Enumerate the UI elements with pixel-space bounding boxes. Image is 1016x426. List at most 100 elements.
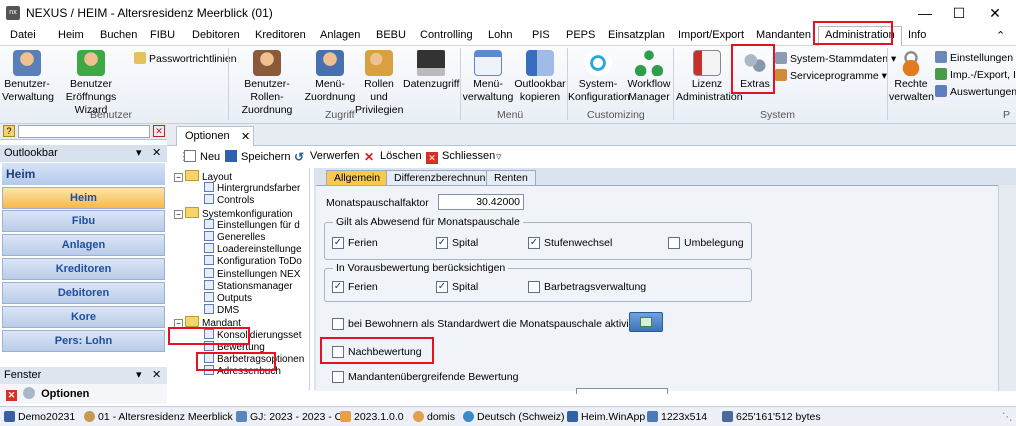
ribbon: Benutzer- Verwaltung Benutzer Eröffnungs W… — [0, 46, 1016, 124]
menu-debitoren[interactable]: Debitoren — [192, 29, 240, 41]
abwesend-spital-checkbox[interactable]: ✓ — [436, 237, 448, 249]
tree-node[interactable]: Hintergrundsfarber — [204, 182, 300, 195]
settings-page-icon — [204, 243, 214, 254]
verwerfen-button[interactable]: ↺ Verwerfen — [294, 150, 360, 163]
pin-icon[interactable]: ▾ — [136, 146, 142, 159]
system-stammdaten-button[interactable]: System-Stammdaten ▾ — [775, 52, 896, 65]
abwesend-ferien-checkbox[interactable]: ✓ — [332, 237, 344, 249]
menu-heim[interactable]: Heim — [58, 29, 84, 41]
menu-buchen[interactable]: Buchen — [100, 29, 137, 41]
help-icon[interactable]: ? — [3, 125, 15, 137]
lizenz-administration-button[interactable]: Lizenz Administration — [676, 50, 743, 104]
voraus-spital-checkbox[interactable]: ✓ — [436, 281, 448, 293]
menu-kreditoren[interactable]: Kreditoren — [255, 29, 306, 41]
collapse-icon[interactable]: − — [174, 209, 183, 219]
auswertungen-button[interactable]: Auswertungen — [935, 85, 1016, 98]
menu-anlagen[interactable]: Anlagen — [320, 29, 360, 41]
monatspauschalfaktor-input[interactable]: 30.42000 — [438, 194, 524, 210]
menu-import-export[interactable]: Import/Export — [678, 29, 744, 41]
close-button[interactable]: ✕ — [978, 2, 1012, 24]
tab-close-icon[interactable]: ✕ — [241, 130, 250, 143]
tree-node[interactable]: Einstellungen für d — [204, 218, 300, 232]
outlookbar-close-icon[interactable]: ✕ — [152, 146, 161, 159]
abwesend-umbelegung-checkbox[interactable] — [668, 237, 680, 249]
outlook-item-kreditoren[interactable]: Kreditoren — [2, 258, 165, 280]
menu-fibu[interactable]: FIBU — [150, 29, 175, 41]
outlook-item-fibu[interactable]: Fibu — [2, 210, 165, 232]
mandantenuebergreifend-checkbox[interactable] — [332, 371, 344, 383]
tree-node[interactable]: Loadereinstellunge — [204, 243, 302, 256]
menu-pis[interactable]: PIS — [532, 29, 550, 41]
vertical-scrollbar[interactable] — [998, 185, 1016, 391]
tree-node-label: Konfiguration ToDo — [217, 256, 302, 268]
toolbar-overflow-icon[interactable]: ▿ — [496, 150, 502, 163]
left-close-icon[interactable]: ✕ — [153, 125, 165, 137]
workflow-manager-button[interactable]: Workflow Manager — [626, 50, 672, 104]
tree-node[interactable]: Outputs — [204, 292, 252, 305]
collapse-icon[interactable]: − — [174, 173, 183, 182]
voraus-ferien-checkbox[interactable]: ✓ — [332, 281, 344, 293]
tab-renten[interactable]: Renten — [486, 170, 536, 185]
close-window-icon[interactable]: ✕ — [6, 390, 17, 401]
menu-controlling[interactable]: Controlling — [420, 29, 473, 41]
outlook-item-kore[interactable]: Kore — [2, 306, 165, 328]
gear-icon — [775, 52, 787, 64]
tab-optionen[interactable]: Optionen ✕ — [176, 126, 254, 146]
left-search-box[interactable] — [18, 125, 150, 138]
neu-button[interactable]: Neu — [184, 150, 220, 163]
menu-peps[interactable]: PEPS — [566, 29, 595, 41]
outlook-item-anlagen[interactable]: Anlagen — [2, 234, 165, 256]
outlook-item-debitoren[interactable]: Debitoren — [2, 282, 165, 304]
abwesend-stufenwechsel-checkbox[interactable]: ✓ — [528, 237, 540, 249]
fenster-pin-icon[interactable]: ▾ — [136, 368, 142, 381]
tree-node[interactable]: Konfiguration ToDo — [204, 255, 302, 268]
tab-allgemein[interactable]: Allgemein — [326, 170, 389, 185]
menu-lohn[interactable]: Lohn — [488, 29, 512, 41]
apply-all-button[interactable] — [629, 312, 663, 332]
menueverwaltung-button[interactable]: Menü-verwaltung — [462, 50, 514, 104]
benutzer-verwaltung-button[interactable]: Benutzer- Verwaltung — [2, 50, 54, 104]
menu-bebu[interactable]: BEBU — [376, 29, 406, 41]
fenster-item-optionen[interactable]: ✕ Optionen — [0, 384, 167, 404]
outlook-item-heim[interactable]: Heim — [2, 187, 165, 209]
menu-mandanten[interactable]: Mandanten — [756, 29, 811, 41]
outlookbar-kopieren-button[interactable]: Outlookbar kopieren — [514, 50, 566, 104]
menu-datei[interactable]: Datei — [10, 29, 36, 41]
rollen-und-privilegien-button[interactable]: Rollen und Privilegien — [355, 50, 403, 117]
tree-node[interactable]: Einstellungen NEX — [204, 267, 300, 281]
group-rechte-label-partial: P — [1003, 109, 1011, 121]
bewohner-monatspauschale-checkbox[interactable] — [332, 318, 344, 330]
tree-node[interactable]: Generelles — [204, 231, 265, 244]
tab-differenzberechnung[interactable]: Differenzberechnung — [386, 170, 500, 185]
resize-grip-icon[interactable]: ⋱ — [1002, 411, 1013, 423]
benutzer-eroeffnungs-wizard-button[interactable]: Benutzer Eröffnungs Wizard — [50, 50, 132, 117]
schliessen-button[interactable]: ✕ Schliessen — [426, 150, 495, 164]
serviceprogramme-button[interactable]: Serviceprogramme ▾ — [775, 69, 887, 82]
ribbon-collapse-icon[interactable]: ⌃ — [996, 29, 1005, 42]
system-konfiguration-button[interactable]: System- Konfiguration — [568, 50, 630, 104]
fenster-close-icon[interactable]: ✕ — [152, 368, 161, 381]
app-window-icon — [567, 411, 578, 422]
einstellungen-button[interactable]: Einstellungen — [935, 51, 1013, 64]
benutzer-rollen-zuordnung-button[interactable]: Benutzer-Rollen- Zuordnung — [230, 50, 304, 117]
loeschen-button[interactable]: ✕ Löschen — [364, 150, 422, 163]
user-menu-icon — [316, 50, 344, 76]
tree-node[interactable]: DMS — [204, 304, 239, 317]
voraus-barbetrag-checkbox[interactable] — [528, 281, 540, 293]
vorausbewertung-group-title: In Vorausbewertung berücksichtigen — [333, 262, 509, 274]
menu-einsatzplan[interactable]: Einsatzplan — [608, 29, 665, 41]
rechte-verwalten-button[interactable]: Rechte verwalten — [889, 50, 934, 104]
tree-node[interactable]: Stationsmanager — [204, 279, 293, 293]
menue-zuordnung-button[interactable]: Menü- Zuordnung — [304, 50, 356, 104]
screen-icon — [647, 411, 658, 422]
outlook-item-pers-lohn[interactable]: Pers: Lohn — [2, 330, 165, 352]
menu-info[interactable]: Info — [908, 29, 926, 41]
partial-input[interactable] — [576, 388, 668, 394]
datenzugriff-button[interactable]: Datenzugriff — [403, 50, 459, 91]
tree-node[interactable]: Controls — [204, 194, 254, 207]
imp-export-button[interactable]: Imp.-/Export, I — [935, 68, 1016, 81]
minimize-button[interactable]: — — [908, 2, 942, 24]
speichern-button[interactable]: Speichern — [225, 150, 291, 163]
passwortrichtlinien-button[interactable]: Passwortrichtlinien — [134, 52, 237, 65]
maximize-button[interactable]: ☐ — [942, 2, 976, 24]
